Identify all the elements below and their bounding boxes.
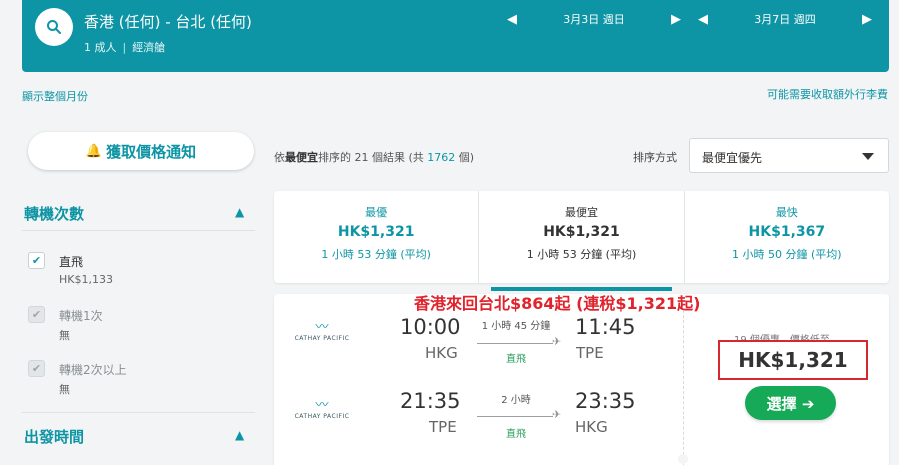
price-alert-button[interactable]: 🔔 獲取價格通知 xyxy=(28,132,254,170)
card-notch xyxy=(678,454,688,464)
flight-price: HK$1,321 xyxy=(738,348,848,372)
cabin-label: 經濟艙 xyxy=(132,41,166,54)
search-icon xyxy=(47,20,61,34)
divider xyxy=(22,412,255,413)
price-alert-label: 獲取價格通知 xyxy=(106,142,197,161)
tab-best[interactable]: 最優 HK$1,321 1 小時 53 分鐘 (平均) xyxy=(274,191,478,283)
airline-logo: 〰 CATHAY PACIFIC xyxy=(294,321,350,342)
results-prefix: 依 xyxy=(274,151,285,164)
stops-filter-title[interactable]: 轉機次數 xyxy=(24,203,84,224)
checkbox-two-plus: ✔ xyxy=(28,360,45,377)
results-mid: 排序的 21 個結果 (共 xyxy=(318,151,428,164)
inbound-depart-code: TPE xyxy=(429,418,457,436)
show-month-link[interactable]: 顯示整個月份 xyxy=(22,88,88,104)
tab-duration: 1 小時 53 分鐘 (平均) xyxy=(526,248,637,261)
promo-annotation: 香港來回台北$864起 (連稅$1,321起) xyxy=(414,294,701,313)
inbound-arrive-code: HKG xyxy=(575,418,608,436)
tab-fastest[interactable]: 最快 HK$1,367 1 小時 50 分鐘 (平均) xyxy=(683,191,889,283)
cathay-logo-icon: 〰 xyxy=(315,320,329,335)
tab-price: HK$1,367 xyxy=(748,224,826,240)
departure-time-filter-title[interactable]: 出發時間 xyxy=(24,426,84,447)
option-label: 轉機2次以上 xyxy=(59,363,127,377)
tab-duration: 1 小時 50 分鐘 (平均) xyxy=(732,248,842,261)
results-count: 依最便宜排序的 21 個結果 (共 1762 個) xyxy=(274,149,474,165)
outbound-duration: 1 小時 45 分鐘 xyxy=(481,321,551,332)
airline-name: CATHAY PACIFIC xyxy=(294,413,350,420)
option-label: 轉機1次 xyxy=(59,309,103,323)
inbound-stops: 直飛 xyxy=(506,429,526,440)
checkbox-one-stop: ✔ xyxy=(28,306,45,323)
return-date[interactable]: 3月7日 週四 xyxy=(710,11,860,27)
airline-name: CATHAY PACIFIC xyxy=(294,335,350,342)
results-sort-key: 最便宜 xyxy=(285,151,318,164)
outbound-stops: 直飛 xyxy=(506,354,526,365)
return-date-nav: ◀ 3月7日 週四 ▶ xyxy=(696,11,874,27)
flight-line xyxy=(477,343,553,344)
inbound-depart-time: 21:35 xyxy=(400,389,461,413)
sort-label: 排序方式 xyxy=(633,151,677,164)
tab-price: HK$1,321 xyxy=(337,224,415,240)
flight-line xyxy=(477,416,553,417)
results-total: 1762 xyxy=(427,151,456,164)
tab-duration: 1 小時 53 分鐘 (平均) xyxy=(321,248,431,261)
sort-value: 最便宜優先 xyxy=(702,151,763,165)
sort-tabs: 最優 HK$1,321 1 小時 53 分鐘 (平均) 最便宜 HK$1,321… xyxy=(274,191,889,291)
caret-down-icon xyxy=(862,153,874,160)
depart-prev-arrow-icon[interactable]: ◀ xyxy=(505,12,519,27)
passenger-cabin: 1 成人 | 經濟艙 xyxy=(84,41,166,54)
bell-icon: 🔔 xyxy=(85,143,103,159)
tab-title: 最優 xyxy=(365,206,388,219)
return-next-arrow-icon[interactable]: ▶ xyxy=(860,12,874,27)
sort-select[interactable]: 最便宜優先 xyxy=(689,138,889,173)
cathay-logo-icon: 〰 xyxy=(315,398,329,413)
results-suffix: 個) xyxy=(455,151,475,164)
option-price: 無 xyxy=(59,329,70,342)
inbound-arrive-time: 23:35 xyxy=(575,389,636,413)
inbound-duration: 2 小時 xyxy=(501,395,531,406)
passengers-label: 1 成人 xyxy=(84,41,117,54)
outbound-arrive-time: 11:45 xyxy=(575,315,636,339)
return-prev-arrow-icon[interactable]: ◀ xyxy=(696,12,710,27)
outbound-depart-code: HKG xyxy=(425,344,458,362)
plane-icon: ✈ xyxy=(552,335,562,348)
tab-title: 最便宜 xyxy=(564,206,598,219)
search-button[interactable] xyxy=(35,8,73,46)
divider xyxy=(22,230,255,231)
tab-cheapest[interactable]: 最便宜 HK$1,321 1 小時 53 分鐘 (平均) xyxy=(478,191,683,291)
route-label: 香港 (任何) - 台北 (任何) xyxy=(84,13,252,31)
chevron-up-icon[interactable]: ▲ xyxy=(235,428,244,442)
plane-icon: ✈ xyxy=(552,408,562,421)
tab-title: 最快 xyxy=(775,206,798,219)
price-highlight: HK$1,321 xyxy=(718,340,868,380)
option-price: HK$1,133 xyxy=(59,273,113,286)
extra-fees-link[interactable]: 可能需要收取額外行李費 xyxy=(767,86,888,102)
select-flight-button[interactable]: 選擇 ➔ xyxy=(745,386,836,420)
depart-date-nav: ◀ 3月3日 週日 ▶ xyxy=(505,11,683,27)
airline-logo: 〰 CATHAY PACIFIC xyxy=(294,399,350,420)
option-label: 直飛 xyxy=(59,255,84,269)
depart-date[interactable]: 3月3日 週日 xyxy=(519,11,669,27)
option-price: 無 xyxy=(59,383,70,396)
checkbox-direct[interactable]: ✔ xyxy=(28,252,45,269)
chevron-up-icon[interactable]: ▲ xyxy=(235,205,244,219)
card-divider xyxy=(683,310,684,465)
search-summary-bar[interactable]: 香港 (任何) - 台北 (任何) 1 成人 | 經濟艙 ◀ 3月3日 週日 ▶ ◀… xyxy=(22,0,889,72)
tab-price: HK$1,321 xyxy=(543,224,620,240)
outbound-arrive-code: TPE xyxy=(576,344,604,362)
depart-next-arrow-icon[interactable]: ▶ xyxy=(669,12,683,27)
outbound-depart-time: 10:00 xyxy=(400,315,461,339)
